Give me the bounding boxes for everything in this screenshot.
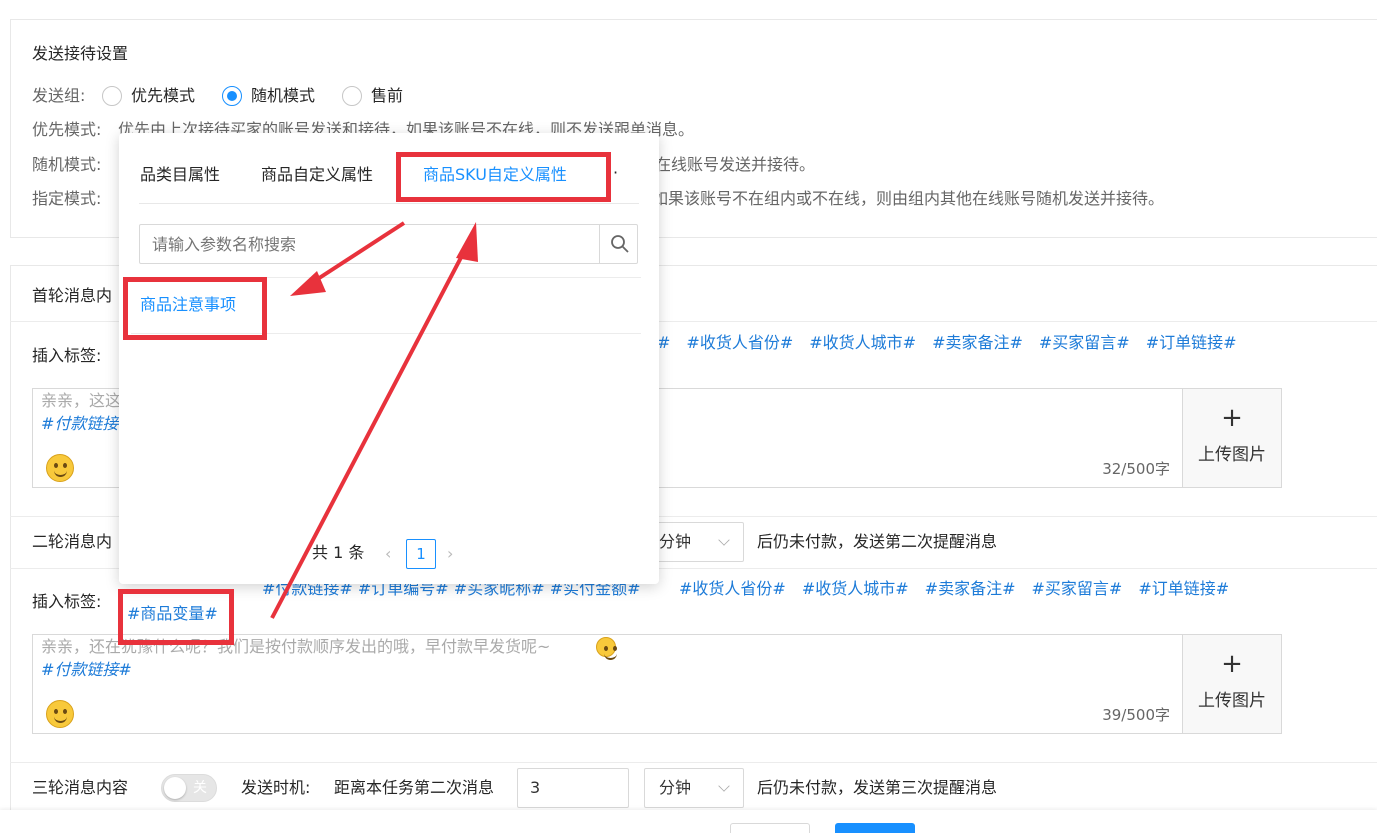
upload-label: 上传图片 (1198, 691, 1266, 711)
msg1-insert-label: 插入标签: (32, 346, 102, 365)
chevron-down-icon (718, 780, 730, 792)
msg1-title: 首轮消息内 (32, 286, 113, 305)
pagination-prev[interactable]: ‹ (385, 543, 391, 565)
search-box[interactable] (139, 224, 638, 264)
save-button[interactable] (835, 823, 915, 833)
tag[interactable]: #卖家备注# (925, 579, 1016, 598)
desc-assign-text: 如果该账号不在组内或不在线，则由组内其他在线账号随机发送并接待。 (652, 189, 1165, 208)
msg2-upload-button[interactable]: + 上传图片 (1182, 634, 1282, 734)
msg3-title: 三轮消息内容 (32, 778, 129, 797)
pagination-next[interactable]: › (447, 543, 453, 565)
radio-random-label[interactable]: 随机模式 (251, 85, 315, 107)
desc-assign-label: 指定模式: (32, 189, 102, 208)
tag[interactable]: #买家留言# (1031, 579, 1122, 598)
msg3-timing-label: 发送时机: (241, 778, 311, 797)
msg2-tags: #收货人省份# #收货人城市# #卖家备注# #买家留言# #订单链接# (679, 578, 1245, 600)
msg2-content-line2: #付款链接# (41, 660, 132, 679)
desc-random-label: 随机模式: (32, 155, 102, 174)
msg1-tags: # #收货人省份# #收货人城市# #卖家备注# #买家留言# #订单链接# (657, 332, 1253, 354)
toggle-text: 关 (193, 780, 207, 796)
msg1-content-line2: #付款链接 (41, 414, 119, 433)
search-icon (611, 235, 629, 253)
msg3-minutes-input[interactable]: 3 (517, 768, 629, 808)
msg3-after-text: 后仍未付款，发送第三次提醒消息 (757, 778, 998, 797)
msg2-after-text: 后仍未付款，发送第二次提醒消息 (757, 532, 998, 551)
footer-bar (0, 810, 1377, 833)
radio-priority[interactable] (102, 86, 122, 106)
radio-presale-label[interactable]: 售前 (371, 85, 403, 107)
radio-presale[interactable] (342, 86, 362, 106)
tab-more-indicator: · (613, 163, 619, 182)
tag[interactable]: #收货人城市# (809, 333, 916, 352)
plus-icon: + (1221, 649, 1243, 679)
annotation-box-list-item (123, 277, 267, 340)
section-title: 发送接待设置 (32, 44, 129, 63)
radio-random[interactable] (222, 86, 242, 106)
tag[interactable]: #卖家备注# (932, 333, 1023, 352)
radio-priority-label[interactable]: 优先模式 (131, 85, 195, 107)
annotation-box-product-variable (118, 589, 234, 645)
msg1-content-line1: 亲亲，这这 (41, 391, 122, 410)
tag[interactable]: # (657, 333, 670, 352)
annotation-box-sku-tab (396, 152, 611, 202)
msg3-minutes-value: 3 (530, 778, 541, 797)
pagination-total: 共 1 条 (312, 543, 365, 562)
msg3-toggle[interactable]: 关 (161, 774, 217, 802)
msg1-counter: 32/500字 (1102, 460, 1170, 478)
desc-random-text: 在线账号发送并接待。 (655, 155, 816, 174)
emoji-icon[interactable] (46, 454, 74, 482)
msg1-upload-button[interactable]: + 上传图片 (1182, 388, 1282, 488)
tab-bar-divider (139, 203, 639, 204)
tag[interactable]: #买家留言# (1039, 333, 1130, 352)
divider (10, 762, 1377, 763)
pagination-page[interactable]: 1 (406, 539, 436, 569)
msg2-textarea[interactable]: 亲亲，还在犹豫什么呢？我们是按付款顺序发出的哦，早付款早发货呢~ #付款链接# … (32, 634, 1183, 734)
emoji-icon[interactable] (46, 700, 74, 728)
search-input[interactable] (152, 233, 582, 255)
msg3-unit-value: 分钟 (659, 778, 692, 797)
msg2-insert-label: 插入标签: (32, 592, 102, 611)
msg2-title: 二轮消息内 (32, 532, 113, 551)
tag[interactable]: #收货人城市# (802, 579, 909, 598)
search-button[interactable] (599, 225, 638, 263)
tag[interactable]: #收货人省份# (679, 579, 786, 598)
msg2-unit-value: 分钟 (659, 532, 692, 551)
msg2-counter: 39/500字 (1102, 706, 1170, 724)
group-label: 发送组: (32, 86, 86, 105)
plus-icon: + (1221, 403, 1243, 433)
tab-category-attributes[interactable]: 品类目属性 (140, 164, 220, 186)
emoji-icon (596, 637, 617, 660)
msg2-unit-select[interactable]: 分钟 (644, 522, 744, 562)
desc-priority-label: 优先模式: (32, 120, 102, 139)
tab-custom-attributes[interactable]: 商品自定义属性 (261, 164, 373, 186)
chevron-down-icon (718, 534, 730, 546)
upload-label: 上传图片 (1198, 445, 1266, 465)
tag[interactable]: #收货人省份# (686, 333, 793, 352)
tag[interactable]: #订单链接# (1138, 579, 1229, 598)
tag[interactable]: #订单链接# (1146, 333, 1237, 352)
msg3-unit-select[interactable]: 分钟 (644, 768, 744, 808)
msg3-timing-text: 距离本任务第二次消息 (334, 778, 495, 797)
toggle-knob (164, 777, 186, 799)
cancel-button[interactable] (730, 823, 810, 833)
